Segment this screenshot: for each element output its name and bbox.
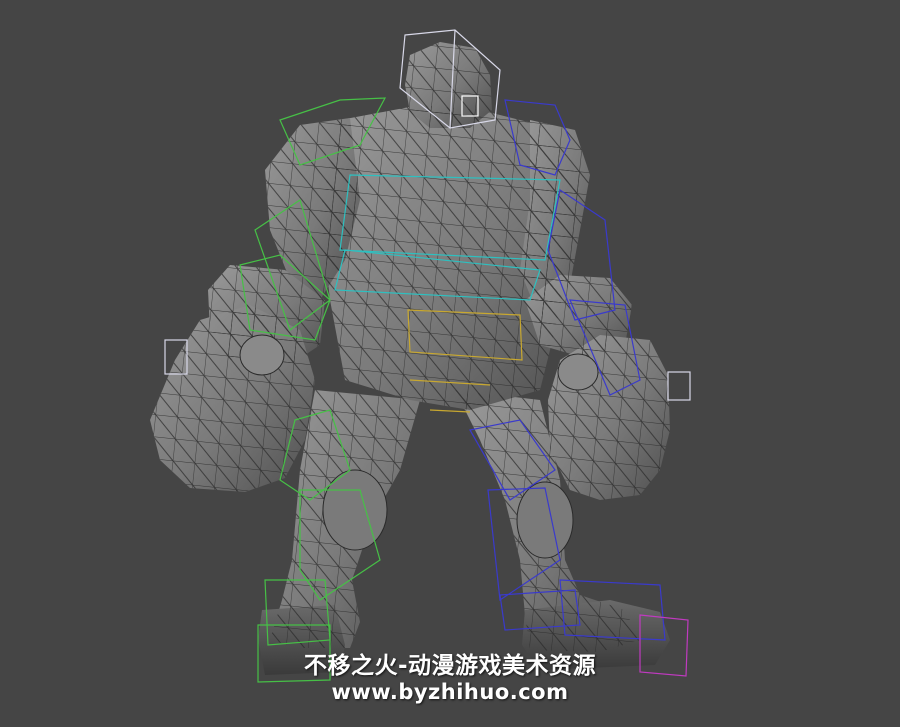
watermark-title: 不移之火-动漫游戏美术资源 (303, 653, 597, 679)
watermark-url: www.byzhihuo.com (331, 680, 569, 704)
character-mesh-icon (150, 29, 691, 683)
character-mesh (150, 42, 670, 675)
3d-viewport[interactable]: 不移之火-动漫游戏美术资源 www.byzhihuo.com (0, 0, 900, 727)
